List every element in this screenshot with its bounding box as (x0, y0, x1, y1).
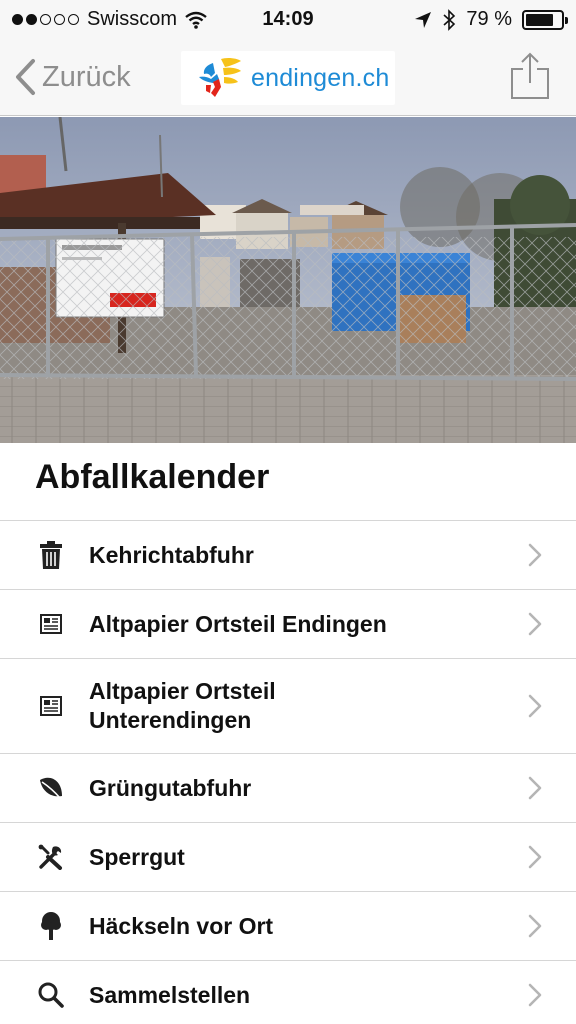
list-item-label: Sperrgut (89, 843, 185, 870)
search-icon (37, 981, 65, 1009)
back-button[interactable]: Zurück (14, 58, 131, 96)
list-item-sammelstellen[interactable]: Sammelstellen (0, 960, 576, 1024)
recycling-yard-photo (0, 117, 576, 443)
chevron-left-icon (16, 59, 35, 95)
category-list: Kehrichtabfuhr Altpapier Ortsteil Ending… (0, 520, 576, 1024)
chevron-right-icon (528, 694, 542, 718)
chevron-right-icon (528, 543, 542, 567)
chevron-right-icon (528, 983, 542, 1007)
list-item-haeckseln[interactable]: Häckseln vor Ort (0, 891, 576, 960)
endingen-logo: endingen.ch (181, 51, 395, 105)
newspaper-icon (37, 610, 65, 638)
tools-icon (37, 843, 65, 871)
chevron-right-icon (528, 612, 542, 636)
list-item-label: Altpapier Ortsteil Endingen (89, 610, 387, 637)
battery-level-fill (526, 13, 553, 26)
endingen-logo-mark (199, 57, 241, 97)
location-arrow-icon (415, 11, 432, 28)
logo-text: endingen.ch (251, 63, 390, 92)
list-item-label: Kehrichtabfuhr (89, 541, 254, 568)
battery-icon (522, 9, 568, 30)
page-title: Abfallkalender (35, 458, 270, 496)
list-item-label: Altpapier Ortsteil Unterendingen (89, 678, 276, 733)
tree-icon (37, 912, 65, 940)
status-bar: Swisscom 14:09 79 % (0, 0, 576, 40)
chevron-right-icon (528, 914, 542, 938)
list-item-sperrgut[interactable]: Sperrgut (0, 822, 576, 891)
trash-icon (37, 541, 65, 569)
bluetooth-icon (443, 8, 456, 31)
back-label: Zurück (42, 60, 131, 93)
newspaper-icon (37, 692, 65, 720)
chevron-right-icon (528, 845, 542, 869)
list-item-kehrichtabfuhr[interactable]: Kehrichtabfuhr (0, 520, 576, 589)
leaf-icon (37, 774, 65, 802)
chevron-right-icon (528, 776, 542, 800)
status-right: 79 % (414, 8, 568, 31)
share-icon[interactable] (510, 52, 550, 100)
list-item-label: Grüngutabfuhr (89, 774, 252, 801)
battery-percent: 79 % (466, 8, 512, 30)
list-item-altpapier-unterendingen[interactable]: Altpapier Ortsteil Unterendingen (0, 658, 576, 753)
list-item-gruengutabfuhr[interactable]: Grüngutabfuhr (0, 753, 576, 822)
list-item-altpapier-endingen[interactable]: Altpapier Ortsteil Endingen (0, 589, 576, 658)
photo-illustration (0, 117, 576, 443)
navigation-bar: Zurück endingen.ch (0, 40, 576, 116)
list-item-label: Häckseln vor Ort (89, 912, 274, 939)
list-item-label: Sammelstellen (89, 981, 251, 1008)
